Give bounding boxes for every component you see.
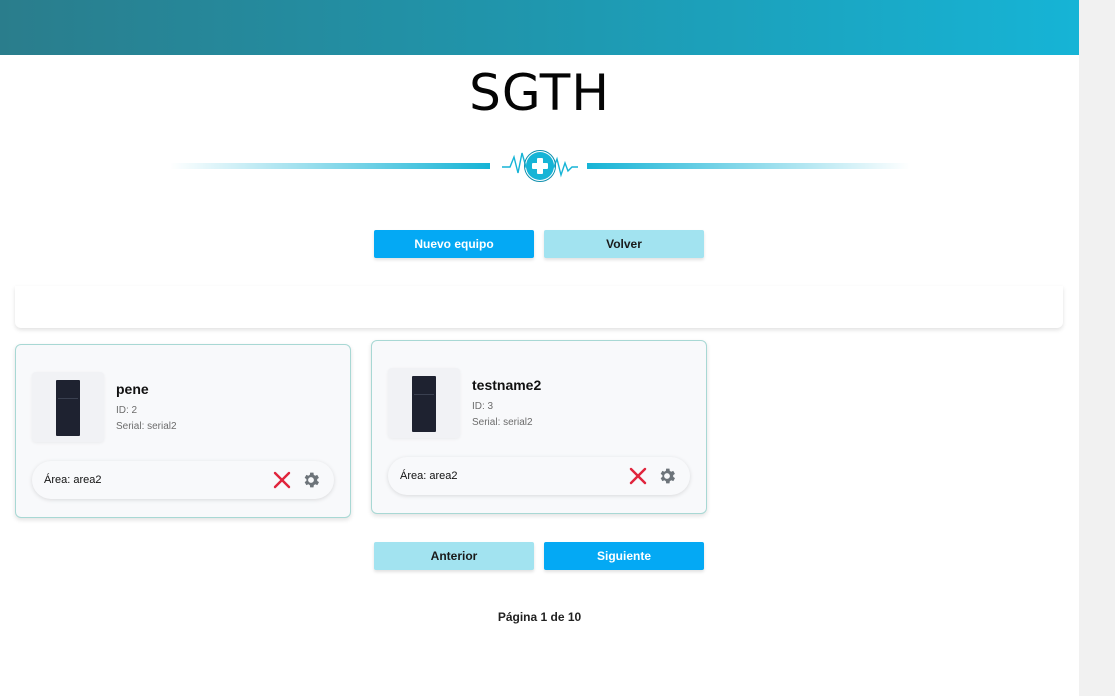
equipment-area: Área: area2 (44, 474, 102, 486)
header-divider (170, 143, 910, 187)
equipment-image (56, 380, 80, 436)
gear-icon[interactable] (657, 466, 677, 486)
equipment-name: pene (116, 381, 149, 397)
close-icon[interactable] (629, 467, 647, 485)
equipment-card[interactable]: testname2 ID: 3 Serial: serial2 Área: ar… (371, 340, 707, 514)
equipment-card-footer: Área: area2 (388, 457, 690, 495)
equipment-id: ID: 3 (472, 401, 494, 412)
equipment-image (412, 376, 436, 432)
filter-panel (15, 286, 1063, 328)
scrollbar-gutter[interactable] (1079, 0, 1115, 696)
equipment-thumbnail (32, 372, 104, 442)
divider-line-left (170, 163, 490, 169)
equipment-thumbnail (388, 368, 460, 438)
page-indicator: Página 1 de 10 (497, 610, 582, 624)
equipment-serial: Serial: serial2 (472, 417, 533, 428)
medical-cross-heartbeat-icon (502, 150, 578, 182)
equipment-card[interactable]: pene ID: 2 Serial: serial2 Área: area2 (15, 344, 351, 518)
page-title: SGTH (469, 64, 610, 122)
equipment-area: Área: area2 (400, 470, 458, 482)
close-icon[interactable] (273, 471, 291, 489)
divider-line-right (587, 163, 910, 169)
back-button[interactable]: Volver (544, 230, 704, 258)
equipment-card-footer: Área: area2 (32, 461, 334, 499)
equipment-name: testname2 (472, 377, 542, 393)
top-bar (0, 0, 1079, 55)
previous-page-button[interactable]: Anterior (374, 542, 534, 570)
new-equipment-button[interactable]: Nuevo equipo (374, 230, 534, 258)
equipment-id: ID: 2 (116, 405, 138, 416)
next-page-button[interactable]: Siguiente (544, 542, 704, 570)
gear-icon[interactable] (301, 470, 321, 490)
equipment-serial: Serial: serial2 (116, 421, 177, 432)
